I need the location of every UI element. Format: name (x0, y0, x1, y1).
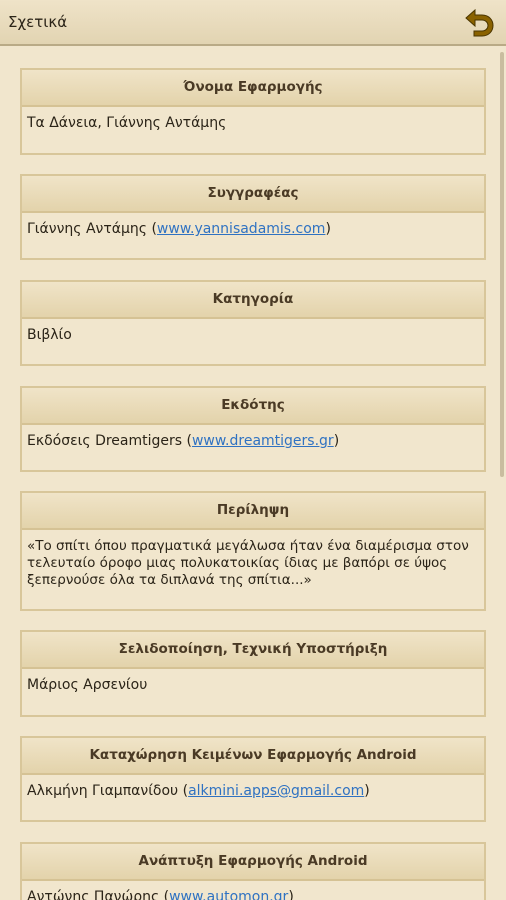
card-layout-support: Σελιδοποίηση, Τεχνική Υποστήριξη Μάριος … (20, 630, 486, 717)
card-category: Κατηγορία Βιβλίο (20, 280, 486, 366)
about-list[interactable]: Όνομα Εφαρμογής Τα Δάνεια, Γιάννης Αντάμ… (0, 48, 506, 900)
card-publisher: Εκδότης Εκδόσεις Dreamtigers (www.dreamt… (20, 386, 486, 472)
card-title: Όνομα Εφαρμογής (22, 70, 484, 107)
card-summary: Περίληψη «Το σπίτι όπου πραγματικά μεγάλ… (20, 491, 486, 611)
card-body: Εκδόσεις Dreamtigers (www.dreamtigers.gr… (27, 433, 340, 449)
card-title: Κατηγορία (22, 282, 484, 319)
app-bar: Σχετικά (0, 0, 506, 46)
card-body: Τα Δάνεια, Γιάννης Αντάμης (27, 115, 227, 131)
back-button[interactable] (462, 6, 496, 40)
card-body: Αλκμήνη Γιαμπανίδου (alkmini.apps@gmail.… (27, 783, 370, 799)
card-app-name: Όνομα Εφαρμογής Τα Δάνεια, Γιάννης Αντάμ… (20, 68, 486, 155)
publisher-website-link[interactable]: www.dreamtigers.gr (192, 433, 334, 449)
page-title: Σχετικά (8, 13, 68, 31)
card-title: Καταχώρηση Κειμένων Εφαρμογής Android (22, 738, 484, 775)
card-body: Αντώνης Πανώρης (www.automon.gr) (22, 881, 484, 900)
card-title: Εκδότης (22, 388, 484, 425)
card-body: Γιάννης Αντάμης (www.yannisadamis.com) (27, 221, 331, 237)
card-title: Σελιδοποίηση, Τεχνική Υποστήριξη (22, 632, 484, 669)
card-title: Ανάπτυξη Εφαρμογής Android (22, 844, 484, 881)
card-body: Μάριος Αρσενίου (27, 677, 148, 693)
card-title: Συγγραφέας (22, 176, 484, 213)
back-arrow-icon (465, 9, 494, 37)
card-body: «Το σπίτι όπου πραγματικά μεγάλωσα ήταν … (27, 538, 469, 588)
developer-website-link[interactable]: www.automon.gr (169, 889, 288, 900)
card-text-entry: Καταχώρηση Κειμένων Εφαρμογής Android Αλ… (20, 736, 486, 822)
card-title: Περίληψη (22, 493, 484, 530)
card-body: Βιβλίο (27, 327, 72, 343)
scrollbar[interactable] (500, 52, 504, 477)
card-author: Συγγραφέας Γιάννης Αντάμης (www.yannisad… (20, 174, 486, 260)
email-link[interactable]: alkmini.apps@gmail.com (188, 783, 364, 799)
author-website-link[interactable]: www.yannisadamis.com (157, 221, 326, 237)
card-android-dev: Ανάπτυξη Εφαρμογής Android Αντώνης Πανώρ… (20, 842, 486, 900)
